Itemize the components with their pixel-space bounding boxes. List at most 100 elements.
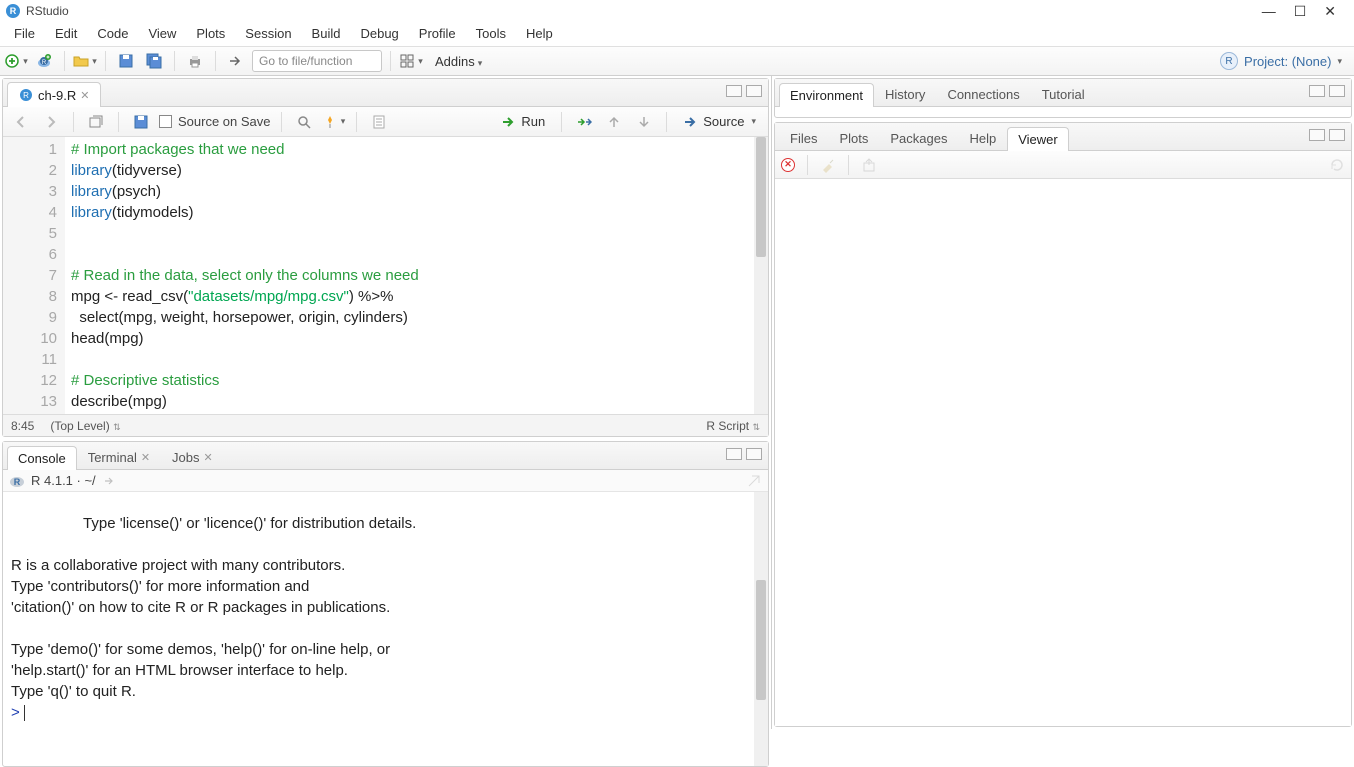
menu-tools[interactable]: Tools <box>466 24 516 43</box>
close-tab-icon[interactable]: ✕ <box>80 89 89 102</box>
viewer-panel: FilesPlotsPackagesHelpViewer ✕ <box>774 122 1352 727</box>
source-button[interactable]: Source <box>677 112 762 132</box>
close-tab-icon[interactable]: ✕ <box>141 451 150 464</box>
minimize-pane-button[interactable] <box>1309 85 1325 97</box>
source-panel: R ch-9.R ✕ Source on Save <box>2 78 769 437</box>
code-tools-button[interactable] <box>322 111 346 133</box>
separator <box>281 112 282 132</box>
save-button[interactable] <box>114 50 138 72</box>
separator <box>666 112 667 132</box>
tab-environment[interactable]: Environment <box>779 83 874 107</box>
code-editor[interactable]: 12345678910111213 # Import packages that… <box>3 137 768 414</box>
project-menu[interactable]: R Project: (None) ▾ <box>1220 52 1350 70</box>
save-source-button[interactable] <box>129 111 153 133</box>
menu-code[interactable]: Code <box>87 24 138 43</box>
tab-connections[interactable]: Connections <box>936 82 1030 106</box>
menu-build[interactable]: Build <box>302 24 351 43</box>
run-arrow-icon <box>501 114 517 130</box>
source-on-save-checkbox[interactable] <box>159 115 172 128</box>
menu-help[interactable]: Help <box>516 24 563 43</box>
find-replace-button[interactable] <box>292 111 316 133</box>
export-icon[interactable] <box>861 157 877 173</box>
new-project-button[interactable]: R <box>32 50 56 72</box>
menu-view[interactable]: View <box>138 24 186 43</box>
tab-help[interactable]: Help <box>958 126 1007 150</box>
remove-viewer-button[interactable]: ✕ <box>781 158 795 172</box>
source-down-button[interactable] <box>632 111 656 133</box>
console-output[interactable]: Type 'license()' or 'licence()' for dist… <box>3 492 768 766</box>
viewer-content <box>775 179 1351 726</box>
minimize-pane-button[interactable] <box>726 448 742 460</box>
maximize-pane-button[interactable] <box>1329 129 1345 141</box>
minimize-pane-button[interactable] <box>1309 129 1325 141</box>
clear-console-icon[interactable] <box>746 473 762 489</box>
maximize-pane-button[interactable] <box>746 85 762 97</box>
viewer-toolbar: ✕ <box>775 151 1351 179</box>
minimize-button[interactable]: — <box>1262 3 1276 20</box>
tab-terminal[interactable]: Terminal✕ <box>77 445 161 469</box>
maximize-button[interactable]: ☐ <box>1294 3 1307 20</box>
maximize-pane-button[interactable] <box>746 448 762 460</box>
tab-jobs[interactable]: Jobs✕ <box>161 445 224 469</box>
scope-selector[interactable]: (Top Level) ⇅ <box>50 419 120 433</box>
maximize-pane-button[interactable] <box>1329 85 1345 97</box>
menu-session[interactable]: Session <box>235 24 301 43</box>
source-tab-label: ch-9.R <box>38 88 76 103</box>
tab-viewer[interactable]: Viewer <box>1007 127 1069 151</box>
console-scrollbar[interactable] <box>754 492 768 766</box>
cursor-position: 8:45 <box>11 419 34 433</box>
workspace: R ch-9.R ✕ Source on Save <box>0 76 1354 729</box>
close-tab-icon[interactable]: ✕ <box>204 451 213 464</box>
print-button[interactable] <box>183 50 207 72</box>
compile-report-button[interactable] <box>367 111 391 133</box>
show-in-new-window-button[interactable] <box>84 111 108 133</box>
separator <box>561 112 562 132</box>
re-run-button[interactable] <box>572 111 596 133</box>
menu-debug[interactable]: Debug <box>350 24 408 43</box>
tab-history[interactable]: History <box>874 82 936 106</box>
console-tabstrip: ConsoleTerminal✕Jobs✕ <box>3 442 768 470</box>
save-all-button[interactable] <box>142 50 166 72</box>
close-button[interactable]: ✕ <box>1324 3 1336 20</box>
console-prompt: > <box>11 704 24 721</box>
popout-icon[interactable] <box>102 473 118 489</box>
editor-scrollbar[interactable] <box>754 137 768 414</box>
go-to-button[interactable] <box>224 50 248 72</box>
new-file-button[interactable] <box>4 50 28 72</box>
tab-plots[interactable]: Plots <box>828 126 879 150</box>
svg-text:R: R <box>14 477 21 487</box>
tab-tutorial[interactable]: Tutorial <box>1031 82 1096 106</box>
menu-profile[interactable]: Profile <box>409 24 466 43</box>
broom-icon[interactable] <box>820 157 836 173</box>
code-area[interactable]: # Import packages that we needlibrary(ti… <box>65 137 768 414</box>
menu-file[interactable]: File <box>4 24 45 43</box>
back-button[interactable] <box>9 111 33 133</box>
forward-button[interactable] <box>39 111 63 133</box>
refresh-icon[interactable] <box>1329 157 1345 173</box>
rstudio-logo-icon: R <box>6 4 20 18</box>
tab-packages[interactable]: Packages <box>879 126 958 150</box>
r-project-icon: R <box>1220 52 1238 70</box>
minimize-pane-button[interactable] <box>726 85 742 97</box>
goto-file-function-input[interactable]: Go to file/function <box>252 50 382 72</box>
file-type[interactable]: R Script ⇅ <box>706 419 760 433</box>
run-button[interactable]: Run <box>495 112 551 132</box>
source-up-button[interactable] <box>602 111 626 133</box>
tab-console[interactable]: Console <box>7 446 77 470</box>
source-tab[interactable]: R ch-9.R ✕ <box>7 82 101 107</box>
addins-menu[interactable]: Addins <box>427 52 490 71</box>
titlebar: R RStudio — ☐ ✕ <box>0 0 1354 22</box>
workspace-panes-button[interactable] <box>399 50 423 72</box>
menu-edit[interactable]: Edit <box>45 24 87 43</box>
console-panel: ConsoleTerminal✕Jobs✕ R R 4.1.1 · ~/ Typ… <box>2 441 769 767</box>
tab-files[interactable]: Files <box>779 126 828 150</box>
separator <box>118 112 119 132</box>
run-label: Run <box>521 114 545 129</box>
right-column: EnvironmentHistoryConnectionsTutorial Fi… <box>772 76 1354 729</box>
menu-plots[interactable]: Plots <box>186 24 235 43</box>
separator <box>64 51 65 71</box>
r-icon: R <box>9 473 25 489</box>
open-file-button[interactable] <box>73 50 97 72</box>
separator <box>174 51 175 71</box>
r-version-label: R 4.1.1 · ~/ <box>31 473 96 488</box>
